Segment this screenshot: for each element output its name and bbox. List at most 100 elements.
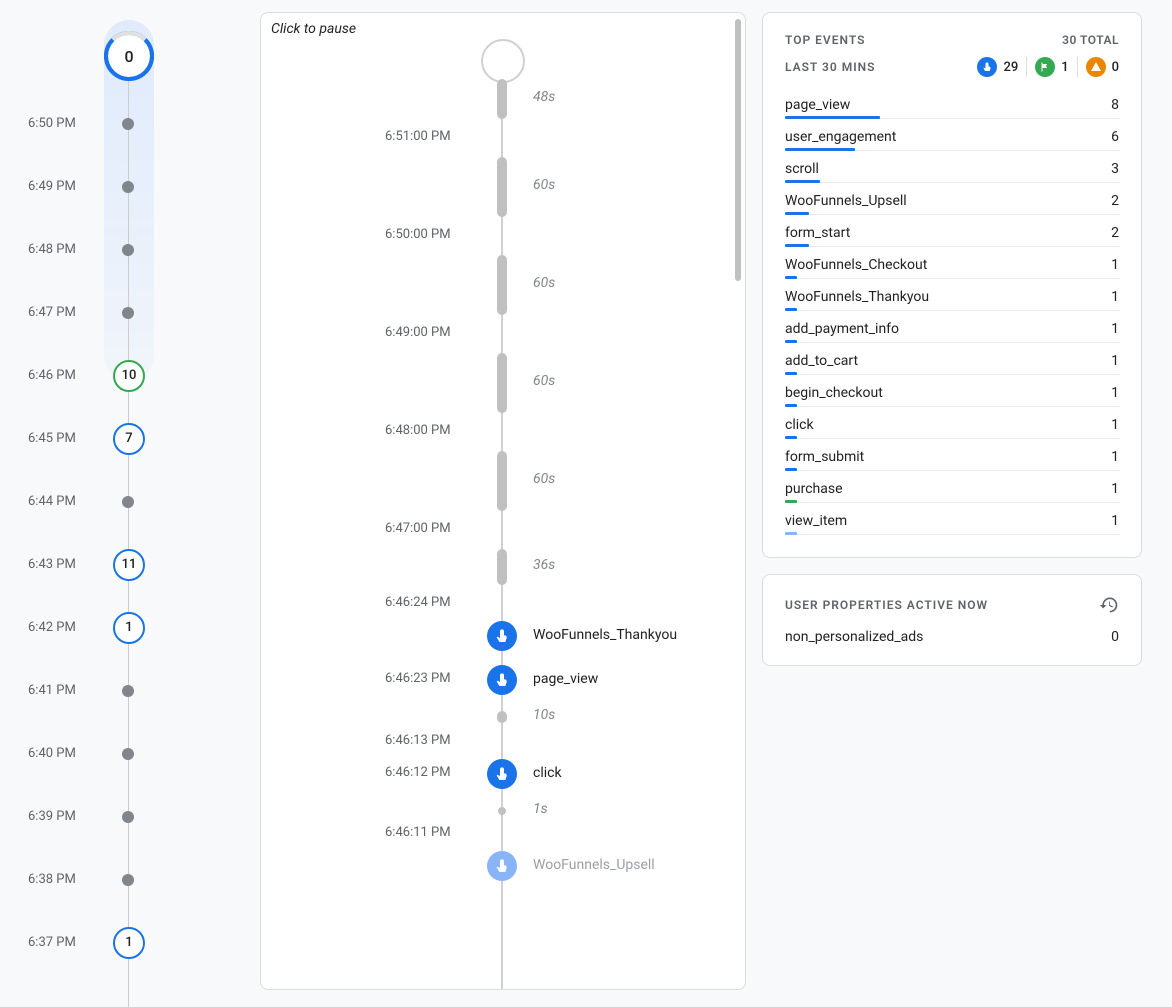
stream-gap-duration: 60s bbox=[533, 471, 555, 487]
top-event-name: begin_checkout bbox=[785, 385, 883, 401]
top-events-subtitle: LAST 30 MINS bbox=[785, 60, 875, 74]
top-event-bar bbox=[785, 212, 809, 215]
timeline-count-value: 1 bbox=[125, 620, 132, 635]
right-column: TOP EVENTS 30 TOTAL LAST 30 MINS 29 1 0 bbox=[746, 0, 1150, 1007]
top-event-row[interactable]: view_item1 bbox=[785, 505, 1119, 537]
stream-event-label[interactable]: page_view bbox=[533, 671, 598, 687]
top-event-row[interactable]: WooFunnels_Thankyou1 bbox=[785, 281, 1119, 313]
timeline-row[interactable]: 6:39 PM bbox=[0, 785, 260, 848]
timeline-dot[interactable] bbox=[122, 748, 134, 760]
top-event-bar-track bbox=[785, 534, 1119, 535]
timeline-count-node[interactable]: 7 bbox=[113, 423, 145, 455]
tap-icon[interactable] bbox=[487, 851, 517, 881]
stream-timestamp: 6:46:12 PM bbox=[385, 765, 451, 780]
timeline-dot[interactable] bbox=[122, 118, 134, 130]
timeline-dot[interactable] bbox=[122, 811, 134, 823]
user-property-value: 0 bbox=[1111, 629, 1119, 645]
top-event-name: add_to_cart bbox=[785, 353, 858, 369]
timeline-count-value: 1 bbox=[125, 935, 132, 950]
stream-gap-pill bbox=[497, 255, 507, 315]
timeline-count-node[interactable]: 11 bbox=[113, 549, 145, 581]
badge-screen-events[interactable]: 29 bbox=[977, 57, 1018, 77]
timeline-row[interactable]: 6:38 PM bbox=[0, 848, 260, 911]
timeline-dot[interactable] bbox=[122, 307, 134, 319]
top-events-total: 30 TOTAL bbox=[1062, 33, 1119, 47]
top-event-row[interactable]: WooFunnels_Upsell2 bbox=[785, 185, 1119, 217]
timeline-time-label: 6:46 PM bbox=[0, 368, 80, 383]
stream-event-label[interactable]: WooFunnels_Upsell bbox=[533, 857, 655, 873]
top-event-bar-track bbox=[785, 214, 1119, 215]
badge-errors[interactable]: 0 bbox=[1086, 57, 1119, 77]
timeline-row[interactable]: 6:49 PM bbox=[0, 155, 260, 218]
top-event-row[interactable]: begin_checkout1 bbox=[785, 377, 1119, 409]
top-event-count: 2 bbox=[1111, 193, 1119, 209]
tap-icon[interactable] bbox=[487, 621, 517, 651]
timeline-time-label: 6:40 PM bbox=[0, 746, 80, 761]
stream-timestamp: 6:46:23 PM bbox=[385, 671, 451, 686]
timeline-row[interactable]: 6:41 PM bbox=[0, 659, 260, 722]
top-event-bar bbox=[785, 404, 797, 407]
top-event-bar bbox=[785, 244, 809, 247]
top-event-row[interactable]: WooFunnels_Checkout1 bbox=[785, 249, 1119, 281]
timeline-row[interactable]: 6:47 PM bbox=[0, 281, 260, 344]
top-event-row[interactable]: form_start2 bbox=[785, 217, 1119, 249]
flag-icon bbox=[1035, 57, 1055, 77]
tap-icon[interactable] bbox=[487, 665, 517, 695]
timeline-time-label: 6:50 PM bbox=[0, 116, 80, 131]
tap-icon[interactable] bbox=[487, 759, 517, 789]
timeline-count-node[interactable]: 1 bbox=[113, 927, 145, 959]
top-event-name: click bbox=[785, 417, 814, 433]
top-event-row[interactable]: page_view8 bbox=[785, 89, 1119, 121]
top-event-name: WooFunnels_Thankyou bbox=[785, 289, 929, 305]
top-event-row[interactable]: add_to_cart1 bbox=[785, 345, 1119, 377]
timeline-row[interactable]: 6:50 PM bbox=[0, 92, 260, 155]
timeline-row[interactable]: 6:42 PM1 bbox=[0, 596, 260, 659]
top-event-row[interactable]: add_payment_info1 bbox=[785, 313, 1119, 345]
top-event-bar bbox=[785, 372, 797, 375]
top-event-row[interactable]: purchase1 bbox=[785, 473, 1119, 505]
top-event-row[interactable]: scroll3 bbox=[785, 153, 1119, 185]
user-properties-title: USER PROPERTIES ACTIVE NOW bbox=[785, 598, 988, 612]
timeline-count-node[interactable]: 1 bbox=[113, 612, 145, 644]
timeline-row[interactable]: 6:43 PM 11 bbox=[0, 533, 260, 596]
timeline-row[interactable]: 6:44 PM bbox=[0, 470, 260, 533]
top-event-row[interactable]: user_engagement6 bbox=[785, 121, 1119, 153]
timeline-dot[interactable] bbox=[122, 496, 134, 508]
stream-timestamp: 6:48:00 PM bbox=[385, 423, 451, 438]
timeline-dot[interactable] bbox=[122, 685, 134, 697]
stream-gap-pill bbox=[497, 711, 507, 723]
timeline-dot[interactable] bbox=[122, 181, 134, 193]
badge-blue-value: 29 bbox=[1003, 60, 1018, 75]
timeline-now-node[interactable]: 0 bbox=[104, 31, 154, 81]
timeline-row[interactable]: 6:46 PM 10 bbox=[0, 344, 260, 407]
user-properties-card: USER PROPERTIES ACTIVE NOW non_personali… bbox=[762, 574, 1142, 666]
timeline-row[interactable]: 6:40 PM bbox=[0, 722, 260, 785]
badge-conversions[interactable]: 1 bbox=[1035, 57, 1068, 77]
stream-gap-pill bbox=[497, 549, 507, 585]
top-event-bar-track bbox=[785, 438, 1119, 439]
timeline-count-value: 11 bbox=[122, 557, 137, 572]
stream-event-label[interactable]: click bbox=[533, 765, 562, 781]
timeline-count-node[interactable]: 10 bbox=[113, 360, 145, 392]
stream-gap-duration: 10s bbox=[533, 707, 555, 723]
top-events-card: TOP EVENTS 30 TOTAL LAST 30 MINS 29 1 0 bbox=[762, 12, 1142, 558]
timeline-row[interactable]: 6:37 PM1 bbox=[0, 911, 260, 974]
stream-timestamp: 6:50:00 PM bbox=[385, 227, 451, 242]
timeline-time-label: 6:45 PM bbox=[0, 431, 80, 446]
event-stream-card[interactable]: Click to pause 48s6:51:00 PM60s6:50:00 P… bbox=[260, 12, 746, 990]
user-property-row[interactable]: non_personalized_ads0 bbox=[785, 629, 1119, 645]
timeline-count-value: 10 bbox=[122, 368, 137, 383]
timeline-row[interactable]: 6:48 PM bbox=[0, 218, 260, 281]
minute-timeline: 0 6:50 PM6:49 PM6:48 PM6:47 PM6:46 PM106… bbox=[0, 0, 260, 1007]
top-event-count: 1 bbox=[1111, 321, 1119, 337]
timeline-row[interactable]: 6:45 PM 7 bbox=[0, 407, 260, 470]
history-icon[interactable] bbox=[1099, 595, 1119, 615]
top-event-count: 1 bbox=[1111, 449, 1119, 465]
timeline-dot[interactable] bbox=[122, 874, 134, 886]
top-event-row[interactable]: form_submit1 bbox=[785, 441, 1119, 473]
timeline-dot[interactable] bbox=[122, 244, 134, 256]
timeline-time-label: 6:43 PM bbox=[0, 557, 80, 572]
stream-event-label[interactable]: WooFunnels_Thankyou bbox=[533, 627, 677, 643]
top-event-name: purchase bbox=[785, 481, 843, 497]
top-event-row[interactable]: click1 bbox=[785, 409, 1119, 441]
